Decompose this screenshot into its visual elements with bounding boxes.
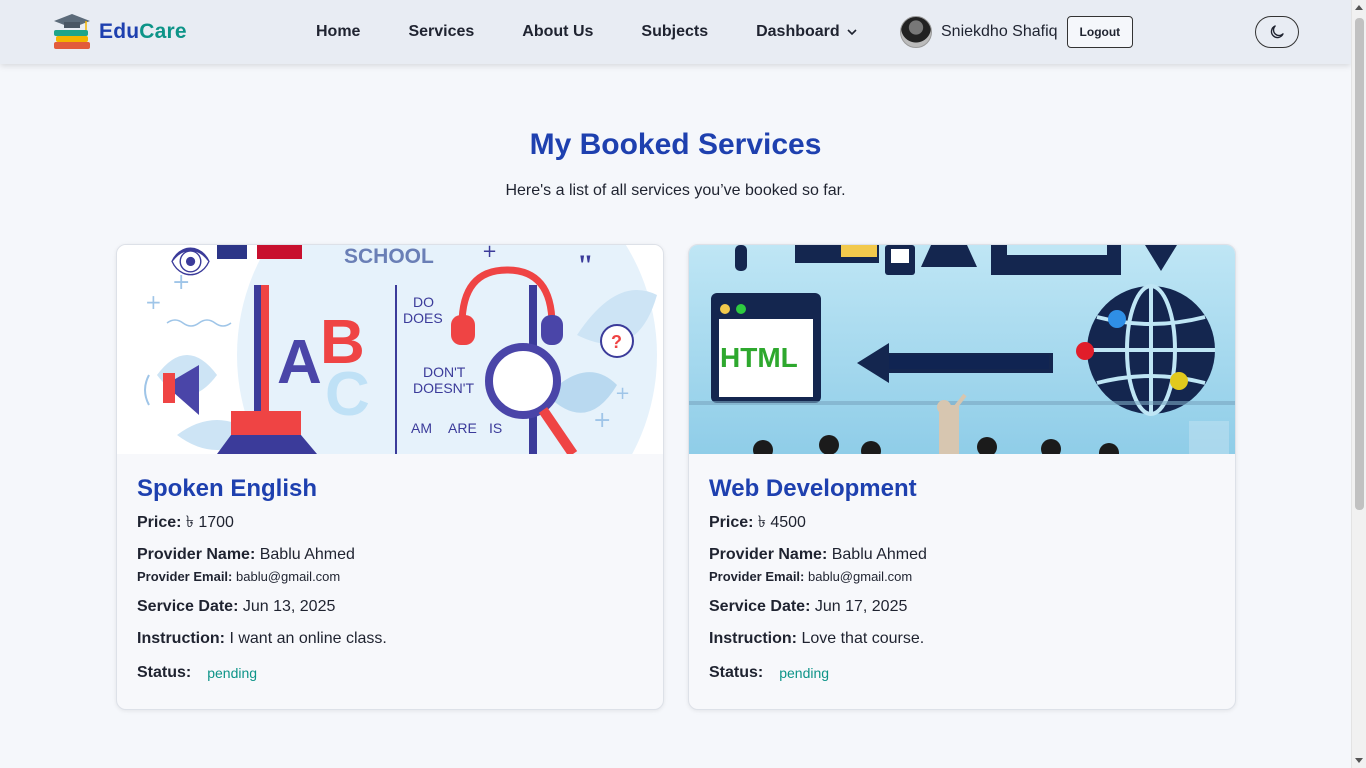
service-date-row: Service Date: Jun 17, 2025 <box>709 594 1215 620</box>
chevron-down-icon <box>847 29 857 36</box>
page-title: My Booked Services <box>529 128 822 161</box>
provider-name-label: Provider Name: <box>137 546 256 563</box>
instruction-value: Love that course. <box>801 630 925 647</box>
nav-about-us[interactable]: About Us <box>522 23 593 41</box>
status-label: Status: <box>137 664 192 681</box>
page-subtitle: Here's a list of all services you’ve boo… <box>505 182 846 199</box>
image-text-dont: DON'T <box>423 364 466 380</box>
theme-toggle-button[interactable] <box>1255 16 1299 48</box>
price-label: Price: <box>137 514 182 531</box>
booking-card: HTML Web Development Price: ৳ 4500 Provi… <box>688 244 1236 710</box>
price-label: Price: <box>709 514 754 531</box>
service-date-row: Service Date: Jun 13, 2025 <box>137 594 643 620</box>
image-text-c: C <box>325 360 370 429</box>
provider-email-row: Provider Email: bablu@gmail.com <box>709 568 1215 586</box>
card-body: Web Development Price: ৳ 4500 Provider N… <box>689 454 1235 686</box>
brand-name-part1: Edu <box>99 20 140 43</box>
image-text-a: A <box>277 328 322 397</box>
service-date-value: Jun 13, 2025 <box>242 598 336 615</box>
service-date-value: Jun 17, 2025 <box>814 598 908 615</box>
card-body: Spoken English Price: ৳ 1700 Provider Na… <box>117 454 663 686</box>
service-title: Spoken English <box>137 475 318 502</box>
service-date-label: Service Date: <box>137 598 239 615</box>
navbar: EduCare Home Services About Us Subjects … <box>0 0 1351 64</box>
image-text-does: DOES <box>403 310 443 326</box>
nav-dashboard-label: Dashboard <box>756 23 840 40</box>
provider-name-row: Provider Name: Bablu Ahmed <box>709 542 1215 568</box>
svg-text:+: + <box>172 270 190 295</box>
provider-email-label: Provider Email: <box>709 569 805 584</box>
image-text-are: ARE <box>448 420 477 436</box>
books-graduation-cap-logo <box>54 14 90 49</box>
provider-email-value: bablu@gmail.com <box>808 569 913 584</box>
provider-email-value: bablu@gmail.com <box>236 569 341 584</box>
nav-services[interactable]: Services <box>408 23 474 41</box>
provider-name-label: Provider Name: <box>709 546 828 563</box>
instruction-row: Instruction: I want an online class. <box>137 626 643 652</box>
brand-name-part2: Care <box>139 20 187 43</box>
brand[interactable]: EduCare <box>52 12 187 52</box>
image-text-am: AM <box>411 420 432 436</box>
avatar[interactable] <box>900 16 932 48</box>
brand-name: EduCare <box>99 20 187 44</box>
service-date-label: Service Date: <box>709 598 811 615</box>
web-development-image: HTML <box>689 245 1235 454</box>
nav-home[interactable]: Home <box>316 23 360 41</box>
provider-email-row: Provider Email: bablu@gmail.com <box>137 568 643 586</box>
svg-text:+: + <box>482 245 497 262</box>
price-row: Price: ৳ 4500 <box>709 510 1215 536</box>
status-label: Status: <box>709 664 764 681</box>
nav-subjects[interactable]: Subjects <box>641 23 708 41</box>
svg-text:?: ? <box>611 332 622 352</box>
instruction-label: Instruction: <box>709 630 797 647</box>
status-row: Status: pending <box>709 660 1215 686</box>
scroll-thumb[interactable] <box>1355 18 1364 510</box>
status-badge: pending <box>207 665 258 681</box>
image-text-is: IS <box>489 420 502 436</box>
nav-links: Home Services About Us Subjects Dashboar… <box>316 0 858 64</box>
user-name: Sniekdho Shafiq <box>941 23 1058 40</box>
scroll-up-arrow-icon[interactable] <box>1355 5 1363 10</box>
spoken-english-image: 👁 SCHOOL + " + + A B C DO DOES DON'T DOE… <box>117 245 663 454</box>
image-text-doesnt: DOESN'T <box>413 380 474 396</box>
user-area: Sniekdho Shafiq Logout <box>900 16 1134 48</box>
nav-dashboard-dropdown[interactable]: Dashboard <box>756 23 858 41</box>
instruction-row: Instruction: Love that course. <box>709 626 1215 652</box>
scrollbar[interactable] <box>1351 0 1366 768</box>
price-value: ৳ 4500 <box>757 514 806 531</box>
svg-text:+: + <box>145 290 162 314</box>
image-text-html: HTML <box>720 342 798 373</box>
status-badge: pending <box>779 665 830 681</box>
booking-card: 👁 SCHOOL + " + + A B C DO DOES DON'T DOE… <box>116 244 664 710</box>
instruction-label: Instruction: <box>137 630 225 647</box>
svg-text:": " <box>577 249 594 282</box>
provider-email-label: Provider Email: <box>137 569 233 584</box>
image-text-do: DO <box>413 294 434 310</box>
provider-name-value: Bablu Ahmed <box>259 546 355 563</box>
svg-text:+: + <box>615 383 630 404</box>
svg-text:+: + <box>593 408 611 433</box>
provider-name-value: Bablu Ahmed <box>831 546 927 563</box>
moon-icon <box>1270 25 1284 39</box>
instruction-value: I want an online class. <box>229 630 387 647</box>
price-value: ৳ 1700 <box>185 514 234 531</box>
provider-name-row: Provider Name: Bablu Ahmed <box>137 542 643 568</box>
status-row: Status: pending <box>137 660 643 686</box>
image-text-school: SCHOOL <box>344 245 434 268</box>
price-row: Price: ৳ 1700 <box>137 510 643 536</box>
logout-button[interactable]: Logout <box>1066 16 1134 48</box>
scroll-down-arrow-icon[interactable] <box>1355 758 1363 763</box>
service-title: Web Development <box>709 475 917 502</box>
